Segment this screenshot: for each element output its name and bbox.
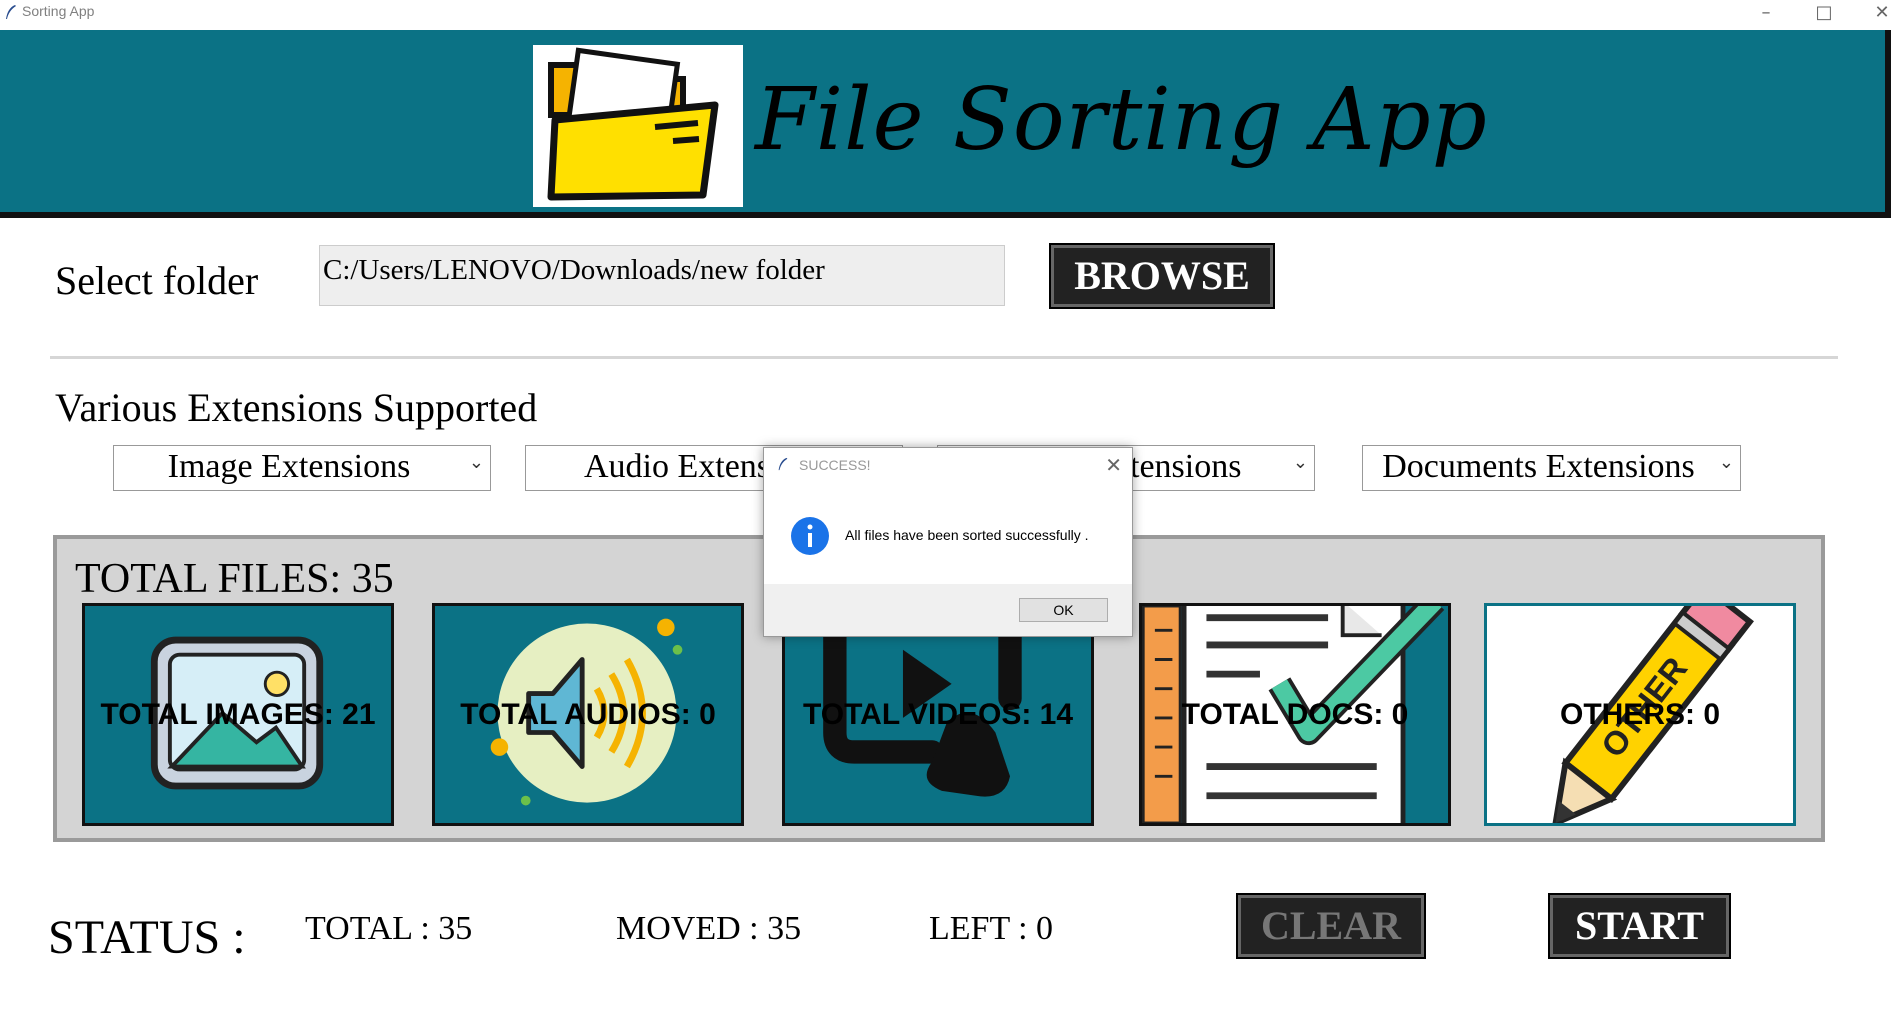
images-tile: TOTAL IMAGES: 21 <box>82 603 394 826</box>
divider <box>50 356 1838 359</box>
close-window-button[interactable]: ✕ <box>1853 0 1891 28</box>
feather-icon <box>6 5 16 19</box>
status-label: STATUS : <box>48 911 246 964</box>
total-images-label: TOTAL IMAGES: 21 <box>100 698 376 731</box>
window-title: Sorting App <box>22 3 95 19</box>
extensions-heading: Various Extensions Supported <box>55 385 538 430</box>
clear-button[interactable]: CLEAR <box>1236 893 1426 959</box>
audios-tile: TOTAL AUDIOS: 0 <box>432 603 744 826</box>
folder-logo <box>533 45 743 207</box>
chevron-down-icon: ⌄ <box>1718 452 1734 473</box>
maximize-button[interactable]: □ <box>1795 0 1853 28</box>
dialog-body: All files have been sorted successfully … <box>764 484 1132 580</box>
success-dialog: SUCCESS! ✕ All files have been sorted su… <box>763 447 1133 637</box>
dialog-close-button[interactable]: ✕ <box>1105 453 1122 478</box>
total-docs-label: TOTAL DOCS: 0 <box>1181 698 1409 731</box>
dialog-footer: OK <box>764 584 1132 636</box>
others-tile: OTHER OTHERS: 0 <box>1484 603 1796 826</box>
info-icon <box>791 517 829 555</box>
feather-icon <box>778 457 788 471</box>
total-audios-label: TOTAL AUDIOS: 0 <box>460 698 716 731</box>
dropdown-value: Documents Extensions <box>1382 448 1695 485</box>
status-total: TOTAL : 35 <box>305 910 473 947</box>
chevron-down-icon: ⌄ <box>1292 452 1308 473</box>
browse-button[interactable]: BROWSE <box>1049 243 1275 309</box>
others-label: OTHERS: 0 <box>1559 698 1721 731</box>
folder-icon <box>547 47 719 201</box>
start-button[interactable]: START <box>1548 893 1731 959</box>
app-title: File Sorting App <box>755 70 1488 170</box>
window-titlebar: Sorting App <box>0 0 1891 28</box>
select-folder-label: Select folder <box>55 258 259 303</box>
minimize-button[interactable]: – <box>1737 0 1795 28</box>
dialog-title: SUCCESS! <box>799 457 871 473</box>
total-videos-label: TOTAL VIDEOS: 14 <box>802 698 1074 731</box>
docs-tile: TOTAL DOCS: 0 <box>1139 603 1451 826</box>
dialog-message: All files have been sorted successfully … <box>845 527 1089 543</box>
folder-path-input[interactable]: C:/Users/LENOVO/Downloads/new folder <box>319 245 1005 306</box>
ok-button[interactable]: OK <box>1019 598 1108 622</box>
total-files-label: TOTAL FILES: 35 <box>75 556 394 602</box>
image-extensions-dropdown[interactable]: Image Extensions ⌄ <box>113 445 491 491</box>
status-moved: MOVED : 35 <box>616 910 802 947</box>
chevron-down-icon: ⌄ <box>468 452 484 473</box>
status-left: LEFT : 0 <box>929 910 1054 947</box>
documents-extensions-dropdown[interactable]: Documents Extensions ⌄ <box>1362 445 1741 491</box>
dropdown-value: Image Extensions <box>167 448 411 485</box>
